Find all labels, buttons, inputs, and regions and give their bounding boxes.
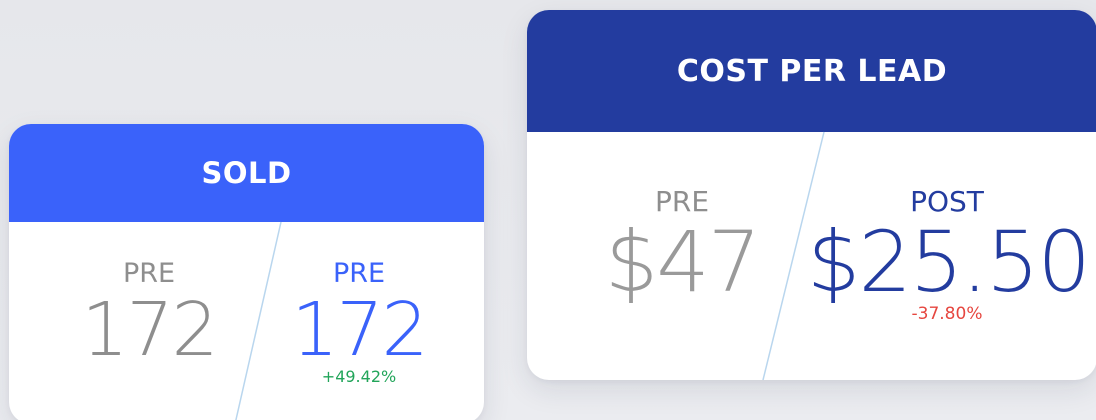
sold-card-body: PRE 172 PRE 172 +49.42%: [9, 221, 484, 420]
cost-per-lead-card-body: PRE $47 POST $25.50 -37.80%: [527, 131, 1096, 380]
cost-per-lead-post-column: POST $25.50 -37.80%: [807, 185, 1091, 323]
metrics-stage: SOLD PRE 172 PRE 172 +49.42% COST PER LE…: [0, 0, 1096, 420]
sold-pre-column: PRE 172: [49, 260, 249, 367]
cost-per-lead-post-value: $25.50: [807, 213, 1091, 311]
sold-post-value: 172: [291, 287, 428, 373]
cost-per-lead-card-title: COST PER LEAD: [676, 53, 948, 89]
sold-post-column: PRE 172 +49.42%: [259, 260, 459, 385]
cost-per-lead-pre-value: $47: [604, 213, 761, 311]
cost-per-lead-pre-column: PRE $47: [587, 185, 777, 311]
cost-per-lead-pre-label: PRE: [654, 185, 710, 218]
sold-pre-value: 172: [81, 287, 218, 373]
sold-post-label: PRE: [332, 258, 386, 289]
sold-card-title: SOLD: [201, 156, 292, 190]
cost-per-lead-post-label: POST: [910, 185, 984, 218]
sold-delta: +49.42%: [321, 367, 397, 386]
sold-card-header: SOLD: [9, 124, 484, 222]
cost-per-lead-card-header: COST PER LEAD: [527, 10, 1096, 132]
sold-pre-label: PRE: [122, 258, 176, 289]
sold-card: SOLD PRE 172 PRE 172 +49.42%: [9, 124, 484, 420]
cost-per-lead-card: COST PER LEAD PRE $47 POST $25.50 -37.80…: [527, 10, 1096, 380]
